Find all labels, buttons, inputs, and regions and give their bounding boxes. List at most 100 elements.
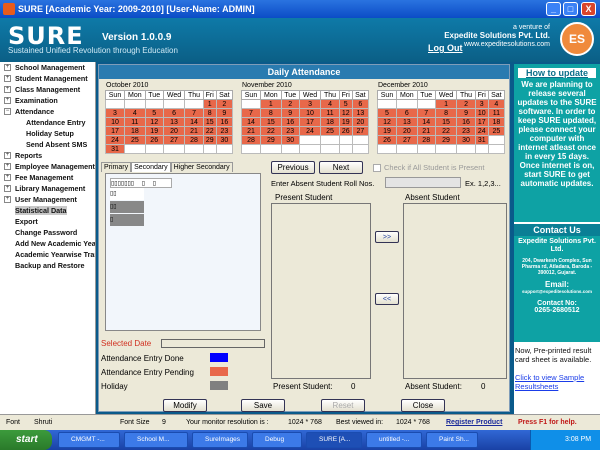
calendar-day[interactable]: 22 xyxy=(260,126,282,136)
calendar-day[interactable]: 10 xyxy=(474,108,489,118)
taskbar-item[interactable]: SureImages xyxy=(192,432,248,448)
tab-higher-secondary[interactable]: Higher Secondary xyxy=(170,162,233,172)
close-button[interactable]: Close xyxy=(401,399,445,412)
tab-primary[interactable]: Primary xyxy=(101,162,132,172)
move-to-present-button[interactable]: << xyxy=(375,293,399,305)
calendar-day[interactable]: 24 xyxy=(104,135,126,145)
expand-icon[interactable]: + xyxy=(4,97,11,104)
calendar-day[interactable]: 17 xyxy=(104,126,126,136)
calendar-day[interactable]: 11 xyxy=(124,117,146,127)
menu-item-reports[interactable]: + Reports xyxy=(0,150,95,161)
all-present-checkbox[interactable] xyxy=(373,164,381,172)
expand-icon[interactable]: + xyxy=(4,185,11,192)
calendar-day[interactable]: 21 xyxy=(416,126,436,136)
menu-item-backup-and-restore[interactable]: Backup and Restore xyxy=(0,260,95,271)
calendar-day[interactable]: 11 xyxy=(320,108,340,118)
calendar-day[interactable]: 20 xyxy=(351,117,370,127)
menu-item-change-password[interactable]: Change Password xyxy=(0,227,95,238)
menu-item-attendance[interactable]: − Attendance xyxy=(0,106,95,117)
calendar-day[interactable]: 12 xyxy=(338,108,353,118)
calendar-day[interactable]: 25 xyxy=(124,135,146,145)
calendar-day[interactable]: 3 xyxy=(104,108,126,118)
taskbar-item[interactable]: CMGMT -... xyxy=(58,432,120,448)
close-window-button[interactable]: X xyxy=(581,2,596,16)
calendar-day[interactable]: 9 xyxy=(215,108,234,118)
class-grid-row[interactable]: ▯▯ xyxy=(110,188,144,200)
calendar-day[interactable]: 8 xyxy=(260,108,282,118)
move-to-absent-button[interactable]: >> xyxy=(375,231,399,243)
absent-student-list[interactable] xyxy=(403,203,507,379)
menu-item-attendance-entry[interactable]: Attendance Entry xyxy=(0,117,95,128)
calendar-day[interactable]: 4 xyxy=(320,99,340,109)
save-button[interactable]: Save xyxy=(241,399,285,412)
calendar-day[interactable]: 16 xyxy=(280,117,300,127)
menu-item-holiday-setup[interactable]: Holiday Setup xyxy=(0,128,95,139)
calendar-day[interactable]: 18 xyxy=(320,117,340,127)
calendar-day[interactable]: 22 xyxy=(434,126,458,136)
calendar-day[interactable]: 2 xyxy=(456,99,476,109)
calendar-day[interactable]: 13 xyxy=(162,117,186,127)
calendar-day[interactable]: 12 xyxy=(376,117,398,127)
calendar-day[interactable]: 7 xyxy=(416,108,436,118)
menu-item-employee-management[interactable]: + Employee Management xyxy=(0,161,95,172)
contact-email[interactable]: support@expeditesolutions.com xyxy=(514,289,600,294)
taskbar-item[interactable]: Paint Sh... xyxy=(426,432,478,448)
calendar-day[interactable]: 29 xyxy=(202,135,217,145)
calendar-day[interactable]: 31 xyxy=(104,144,126,154)
calendar-day[interactable]: 9 xyxy=(456,108,476,118)
calendar-day[interactable]: 23 xyxy=(280,126,300,136)
calendar-day[interactable]: 28 xyxy=(240,135,262,145)
calendar-day[interactable]: 8 xyxy=(434,108,458,118)
calendar-day[interactable]: 14 xyxy=(416,117,436,127)
calendar-day[interactable]: 5 xyxy=(144,108,164,118)
sample-resultsheet-link[interactable]: Click to view Sample Resultsheets xyxy=(514,373,600,391)
calendar-day[interactable]: 2 xyxy=(280,99,300,109)
calendar-day[interactable]: 12 xyxy=(144,117,164,127)
calendar-day[interactable]: 20 xyxy=(396,126,418,136)
calendar-day[interactable]: 5 xyxy=(338,99,353,109)
minimize-button[interactable]: _ xyxy=(546,2,561,16)
menu-item-add-new-academic-year[interactable]: Add New Academic Year xyxy=(0,238,95,249)
maximize-button[interactable]: □ xyxy=(563,2,578,16)
calendar-day[interactable]: 25 xyxy=(320,126,340,136)
calendar-day[interactable]: 10 xyxy=(104,117,126,127)
calendar-day[interactable]: 20 xyxy=(162,126,186,136)
calendar-day[interactable]: 4 xyxy=(124,108,146,118)
calendar-day[interactable]: 24 xyxy=(298,126,322,136)
taskbar-item[interactable]: School M... xyxy=(124,432,188,448)
expand-icon[interactable]: + xyxy=(4,75,11,82)
reset-button[interactable]: Reset xyxy=(321,399,365,412)
calendar-day[interactable]: 7 xyxy=(184,108,204,118)
calendar-day[interactable]: 6 xyxy=(351,99,370,109)
calendar-day[interactable]: 13 xyxy=(396,117,418,127)
expand-icon[interactable]: + xyxy=(4,163,11,170)
calendar-day[interactable]: 26 xyxy=(338,126,353,136)
tab-secondary[interactable]: Secondary xyxy=(131,162,171,172)
calendar-day[interactable]: 23 xyxy=(215,126,234,136)
calendar-day[interactable]: 15 xyxy=(434,117,458,127)
calendar-day[interactable]: 21 xyxy=(240,126,262,136)
calendar-day[interactable]: 11 xyxy=(487,108,506,118)
calendar-day[interactable]: 3 xyxy=(474,99,489,109)
menu-item-school-management[interactable]: + School Management xyxy=(0,62,95,73)
taskbar-item[interactable]: SURE [A... xyxy=(306,432,362,448)
collapse-icon[interactable]: − xyxy=(4,108,11,115)
menu-item-statistical-data[interactable]: Statistical Data xyxy=(0,205,95,216)
calendar-day[interactable]: 17 xyxy=(298,117,322,127)
calendar-day[interactable]: 26 xyxy=(144,135,164,145)
calendar-day[interactable]: 1 xyxy=(260,99,282,109)
menu-item-fee-management[interactable]: + Fee Management xyxy=(0,172,95,183)
calendar-day[interactable]: 18 xyxy=(487,117,506,127)
calendar-day[interactable]: 14 xyxy=(184,117,204,127)
calendar-day[interactable]: 5 xyxy=(376,108,398,118)
calendar-day[interactable]: 4 xyxy=(487,99,506,109)
calendar-day[interactable]: 28 xyxy=(184,135,204,145)
menu-item-academic-yearwise-transfer[interactable]: Academic Yearwise Transfer xyxy=(0,249,95,260)
calendar-day[interactable]: 6 xyxy=(162,108,186,118)
class-grid-row[interactable]: ▯▯ xyxy=(110,201,144,213)
calendar-day[interactable]: 24 xyxy=(474,126,489,136)
calendar-day[interactable]: 19 xyxy=(376,126,398,136)
calendar-day[interactable]: 26 xyxy=(376,135,398,145)
expand-icon[interactable]: + xyxy=(4,174,11,181)
class-grid-row[interactable]: ▯ xyxy=(110,214,144,226)
